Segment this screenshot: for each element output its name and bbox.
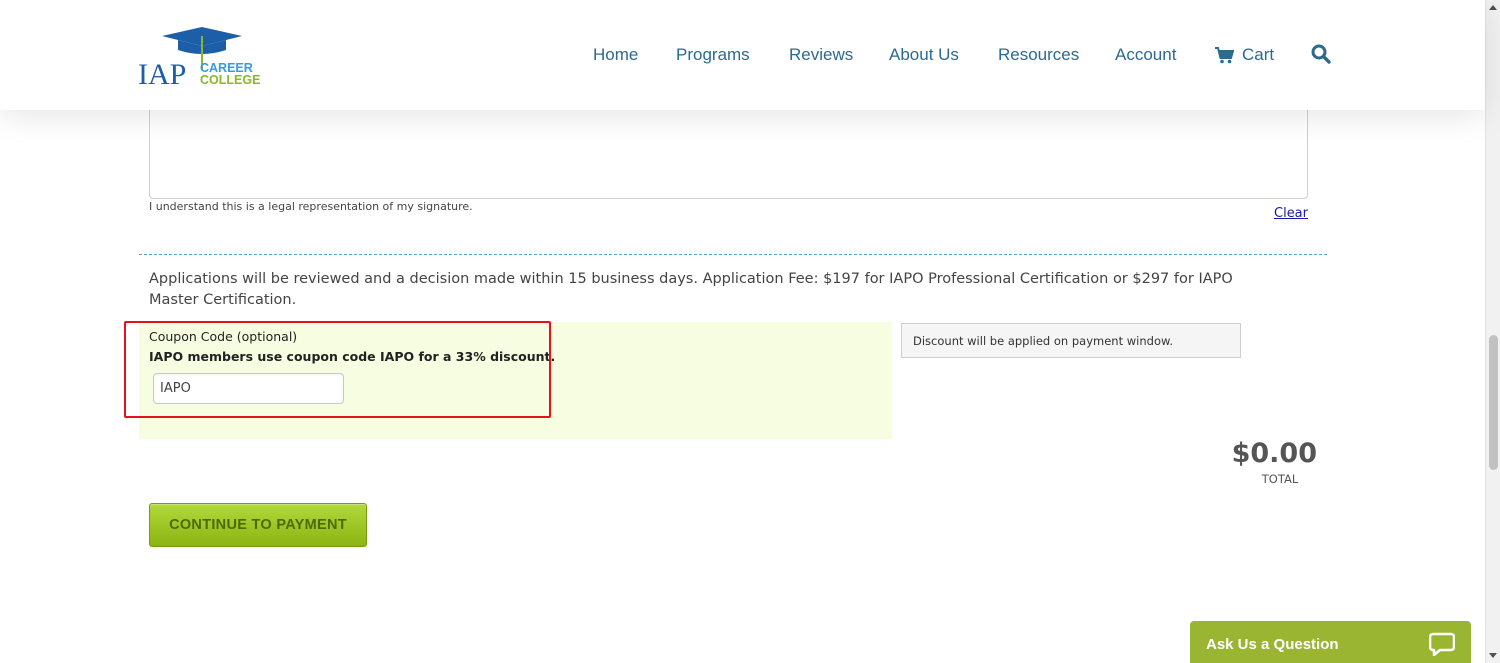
logo-text-college: COLLEGE bbox=[200, 73, 260, 87]
nav-programs[interactable]: Programs bbox=[676, 45, 750, 65]
nav-reviews[interactable]: Reviews bbox=[789, 45, 853, 65]
nav-resources[interactable]: Resources bbox=[998, 45, 1079, 65]
continue-to-payment-button[interactable]: CONTINUE TO PAYMENT bbox=[149, 503, 367, 547]
total-label: TOTAL bbox=[1261, 472, 1299, 486]
scrollbar-thumb[interactable] bbox=[1489, 335, 1498, 470]
scroll-down-arrow-icon[interactable] bbox=[1489, 653, 1497, 658]
chat-icon bbox=[1429, 632, 1455, 656]
coupon-highlight-box bbox=[124, 321, 551, 418]
section-divider bbox=[139, 254, 1327, 255]
ask-question-label: Ask Us a Question bbox=[1206, 635, 1339, 653]
scroll-up-arrow-icon[interactable] bbox=[1489, 5, 1497, 10]
search-icon[interactable] bbox=[1311, 44, 1331, 66]
nav-cart-label: Cart bbox=[1242, 45, 1275, 64]
clear-signature-link[interactable]: Clear bbox=[1274, 206, 1308, 221]
nav-cart[interactable]: Cart bbox=[1215, 45, 1274, 65]
signature-note: I understand this is a legal representat… bbox=[149, 200, 473, 213]
page-scrollbar[interactable] bbox=[1485, 0, 1500, 663]
application-fee-text: Applications will be reviewed and a deci… bbox=[149, 271, 1233, 308]
ask-question-widget[interactable]: Ask Us a Question bbox=[1190, 621, 1471, 663]
site-header: IAP CAREER COLLEGE Home Programs Reviews… bbox=[0, 0, 1485, 110]
nav-about-us[interactable]: About Us bbox=[889, 45, 959, 65]
nav-account[interactable]: Account bbox=[1115, 45, 1176, 65]
cart-icon bbox=[1215, 46, 1234, 63]
discount-note: Discount will be applied on payment wind… bbox=[901, 323, 1241, 358]
total-amount: $0.00 bbox=[1231, 438, 1317, 469]
nav-home[interactable]: Home bbox=[593, 45, 638, 65]
main-nav: Home Programs Reviews About Us Resources… bbox=[0, 45, 1485, 69]
